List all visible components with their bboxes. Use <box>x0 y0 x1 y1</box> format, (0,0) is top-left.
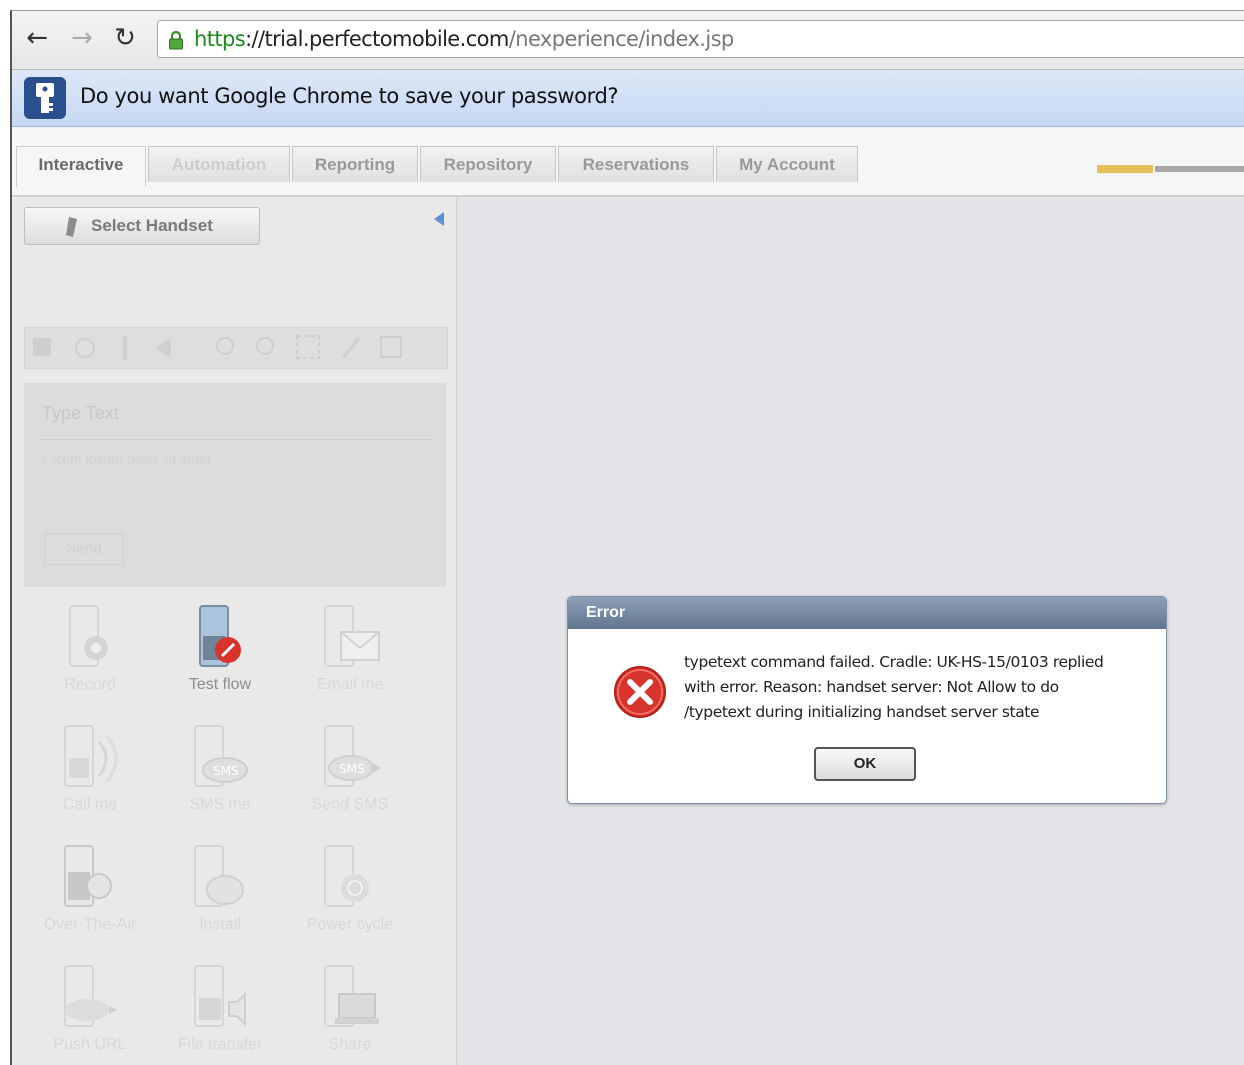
lock-icon <box>169 30 183 50</box>
action-over-the-air[interactable]: Over-The-Air <box>30 842 150 934</box>
action-label: Over-The-Air <box>43 916 137 933</box>
tab-automation[interactable]: Automation <box>148 146 290 182</box>
svg-text:SMS: SMS <box>213 764 239 778</box>
save-password-infobar: Do you want Google Chrome to save your p… <box>12 70 1244 127</box>
collapse-panel-icon[interactable] <box>430 209 450 229</box>
error-icon <box>614 666 666 718</box>
back-icon[interactable]: ← <box>22 23 52 53</box>
reload-icon[interactable]: ↻ <box>110 23 140 53</box>
send-text-button[interactable]: Send <box>44 533 124 565</box>
left-control-panel: Select Handset Type Text Lorem ipsum dol… <box>12 197 457 1065</box>
ok-button[interactable]: OK <box>814 747 916 781</box>
forward-icon[interactable]: → <box>67 23 97 53</box>
action-label: Power cycle <box>306 916 394 933</box>
action-share[interactable]: Share <box>290 962 410 1054</box>
type-text-divider <box>40 439 430 440</box>
action-label: File transfer <box>177 1036 263 1053</box>
key-icon <box>24 77 66 119</box>
device-tool-strip <box>24 327 448 369</box>
action-label: SMS me <box>189 796 251 813</box>
error-message-line: typetext command failed. Cradle: UK-HS-1… <box>684 653 1104 671</box>
browser-window: ← → ↻ https://trial.perfectomobile.com/n… <box>10 10 1244 1065</box>
svg-text:SMS: SMS <box>339 762 365 776</box>
device-tools-icons <box>33 335 402 360</box>
action-install[interactable]: Install <box>160 842 280 934</box>
action-label: Record <box>64 676 116 693</box>
action-label: Share <box>328 1036 372 1053</box>
action-label: Test flow <box>188 676 252 693</box>
send-sms-icon: SMS <box>324 725 381 787</box>
error-message: typetext command failed. Cradle: UK-HS-1… <box>684 650 1134 725</box>
loading-progress-bar <box>1097 165 1244 173</box>
tab-reservations[interactable]: Reservations <box>558 146 714 182</box>
action-push-url[interactable]: Push URL <box>30 962 150 1054</box>
action-label: Call me <box>62 796 118 813</box>
type-text-input[interactable]: Lorem ipsum dolor sit amet <box>42 451 211 467</box>
action-label: Send SMS <box>311 796 389 813</box>
url-host: trial.perfectomobile.com <box>264 27 510 51</box>
file-transfer-icon <box>194 965 246 1027</box>
email-icon <box>324 605 380 667</box>
action-test-flow[interactable]: Test flow <box>160 602 280 694</box>
error-message-line: with error. Reason: handset server: Not … <box>684 678 1059 696</box>
url-separator: :// <box>245 27 265 51</box>
action-power-cycle[interactable]: Power cycle <box>290 842 410 934</box>
type-text-panel: Type Text Lorem ipsum dolor sit amet Sen… <box>24 383 446 587</box>
tab-repository[interactable]: Repository <box>420 146 556 182</box>
tab-interactive[interactable]: Interactive <box>16 146 146 187</box>
infobar-message: Do you want Google Chrome to save your p… <box>80 84 619 108</box>
url-text: https://trial.perfectomobile.com/nexperi… <box>194 27 734 51</box>
action-record[interactable]: Record <box>30 602 150 694</box>
test-flow-icon <box>199 605 241 667</box>
over-the-air-icon <box>64 845 112 907</box>
share-icon <box>324 965 379 1027</box>
power-icon <box>324 845 369 907</box>
tab-reporting[interactable]: Reporting <box>292 146 418 182</box>
url-path: /nexperience/index.jsp <box>508 27 734 51</box>
error-message-line: /typetext during initializing handset se… <box>684 703 1040 721</box>
address-bar[interactable]: https://trial.perfectomobile.com/nexperi… <box>157 20 1244 58</box>
call-icon <box>64 725 118 787</box>
handset-icon <box>66 217 77 237</box>
action-file-transfer[interactable]: File transfer <box>160 962 280 1054</box>
action-sms-me[interactable]: SMS SMS me <box>160 722 280 814</box>
tab-my-account[interactable]: My Account <box>716 146 858 182</box>
browser-toolbar: ← → ↻ https://trial.perfectomobile.com/n… <box>12 11 1244 70</box>
select-handset-label: Select Handset <box>91 216 213 235</box>
action-label: Email me <box>316 676 384 693</box>
sms-me-icon: SMS <box>194 725 248 787</box>
action-send-sms[interactable]: SMS Send SMS <box>290 722 410 814</box>
action-label: Install <box>199 916 241 933</box>
action-call-me[interactable]: Call me <box>30 722 150 814</box>
url-scheme: https <box>194 27 246 51</box>
dialog-title: Error <box>568 597 1166 629</box>
push-url-icon <box>64 965 117 1027</box>
action-email-me[interactable]: Email me <box>290 602 410 694</box>
record-icon <box>69 605 108 667</box>
main-tabs: Interactive Automation Reporting Reposit… <box>12 127 1244 197</box>
select-handset-button[interactable]: Select Handset <box>24 207 260 245</box>
install-icon <box>194 845 244 907</box>
type-text-title: Type Text <box>42 403 119 423</box>
error-dialog: Error typetext command failed. Cradle: U… <box>567 596 1167 804</box>
action-label: Push URL <box>53 1036 127 1053</box>
